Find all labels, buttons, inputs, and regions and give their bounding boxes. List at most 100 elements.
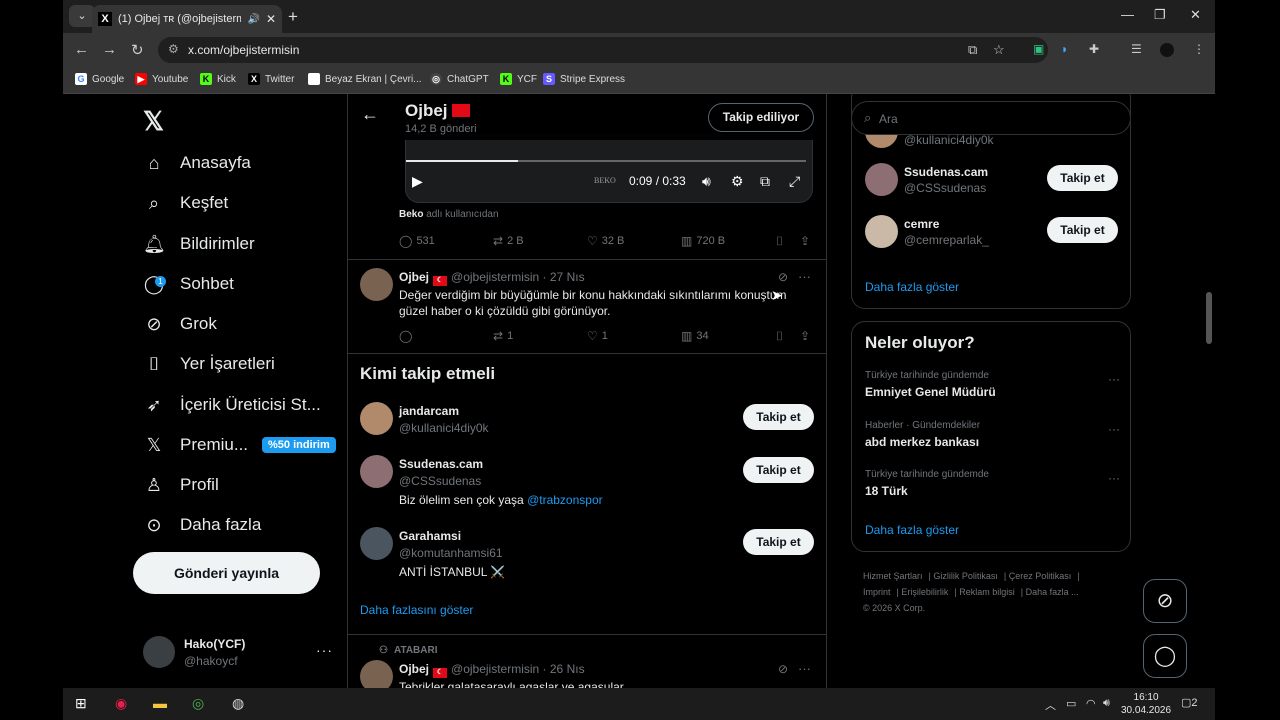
nav-creator-studio[interactable]: ➶ İçerik Üreticisi St... [143, 390, 320, 420]
page-scrollbar[interactable] [1203, 94, 1215, 688]
following-button[interactable]: Takip ediliyor [708, 103, 814, 132]
url-text[interactable]: x.com/ojbejistermisin [188, 43, 299, 57]
tab-active[interactable]: X (1) Ojbej ᴛʀ (@ojbejistermisin 🔊 ✕ [92, 5, 282, 33]
file-explorer-icon[interactable]: ▬ [153, 695, 167, 711]
new-tab-button[interactable]: + [288, 7, 298, 27]
account-switcher[interactable]: Hako(YCF) @hakoycf ··· [143, 634, 333, 674]
tray-chevron-icon[interactable]: ︿ [1045, 697, 1056, 713]
views-button[interactable]: ▥ 34 [681, 329, 709, 343]
bookmark-button[interactable]: ⌷ [776, 234, 787, 249]
fullscreen-icon[interactable]: ⤢ [789, 173, 800, 190]
follow-button[interactable]: Takip et [1047, 217, 1118, 243]
video-player[interactable]: ▶ BEKO 0:09 / 0:33 🔊︎ ⚙ ⧉ ⤢ [405, 134, 813, 203]
repost-button[interactable]: ⇄ 2 B [493, 234, 524, 248]
nav-home[interactable]: ⌂ Anasayfa [143, 148, 251, 178]
bookmark-chatgpt[interactable]: ◎ ChatGPT [430, 73, 489, 85]
notification-center-icon[interactable]: ▢2 [1181, 696, 1198, 709]
like-button[interactable]: ♡ 32 B [587, 234, 624, 248]
more-dots-icon[interactable]: ··· [1108, 471, 1120, 485]
trend-item[interactable]: Türkiye tarihinde gündemde Emniyet Genel… [865, 370, 1120, 399]
nav-bookmarks[interactable]: ⌷ Yer İşaretleri [143, 349, 275, 379]
nav-grok[interactable]: ⊘ Grok [143, 309, 216, 339]
battery-icon[interactable]: ▭ [1066, 697, 1076, 710]
footer-link[interactable]: Daha fazla ... [1026, 587, 1079, 597]
volume-icon[interactable]: 🔊︎ [1103, 697, 1110, 710]
video-attribution[interactable]: Beko adlı kullanıcıdan [399, 209, 499, 220]
show-more-link[interactable]: Daha fazla göster [865, 280, 959, 294]
pip-icon[interactable]: ⧉ [760, 173, 770, 190]
menu-icon[interactable]: ⋮ [1193, 42, 1205, 56]
bookmark-button[interactable]: ⌷ [776, 329, 787, 344]
bookmark-google[interactable]: G Google [75, 73, 124, 85]
scrollbar-thumb[interactable] [1206, 292, 1212, 344]
bio-mention-link[interactable]: @trabzonspor [527, 493, 603, 507]
forward-icon[interactable]: → [102, 41, 117, 58]
minimize-button[interactable]: — [1121, 7, 1134, 22]
chat-fab-button[interactable]: ◯ [1143, 634, 1187, 678]
back-arrow-icon[interactable]: ← [361, 104, 379, 125]
more-dots-icon[interactable]: ··· [316, 642, 333, 658]
grok-icon[interactable]: ⊘ [778, 662, 788, 676]
bookmark-beyaz-ekran[interactable]: Beyaz Ekran | Çevri... [308, 73, 422, 85]
extension-icon[interactable]: ▣ [1033, 42, 1044, 56]
footer-link[interactable]: Imprint [863, 587, 891, 597]
windows-start-icon[interactable]: ⊞ [75, 695, 87, 712]
site-info-icon[interactable]: ⚙ [168, 42, 179, 56]
grok-fab-button[interactable]: ⊘ [1143, 579, 1187, 623]
close-tab-icon[interactable]: ✕ [266, 12, 276, 26]
post-button[interactable]: Gönderi yayınla [133, 552, 320, 594]
play-icon[interactable]: ▶ [412, 173, 423, 190]
bookmark-ycf[interactable]: K YCF [500, 73, 537, 85]
more-dots-icon[interactable]: ··· [1108, 422, 1120, 436]
address-bar[interactable]: ⚙ x.com/ojbejistermisin ⧉ ☆ [158, 37, 1048, 63]
settings-icon[interactable]: ⚙ [731, 173, 744, 190]
show-more-link[interactable]: Daha fazlasını göster [360, 603, 473, 617]
share-button[interactable]: ⇪ [800, 329, 814, 343]
repost-button[interactable]: ⇄ 1 [493, 329, 513, 343]
close-window-button[interactable]: ✕ [1190, 7, 1201, 23]
bookmark-twitter[interactable]: X Twitter [248, 73, 294, 85]
more-dots-icon[interactable]: ··· [1108, 372, 1120, 386]
maximize-button[interactable]: ❐ [1154, 7, 1166, 23]
install-icon[interactable]: ⧉ [968, 42, 977, 58]
bookmark-star-icon[interactable]: ☆ [993, 42, 1005, 58]
video-progress[interactable] [406, 160, 806, 162]
bookmark-youtube[interactable]: ▶ Youtube [135, 73, 188, 85]
like-button[interactable]: ♡ 1 [587, 329, 608, 343]
chrome-icon[interactable]: ◎ [192, 695, 204, 712]
nav-explore[interactable]: ⌕ Keşfet [143, 188, 228, 218]
tweet[interactable]: ⚇ ATABARI Ojbej ☾ @ojbejistermisin · 26 Nıs… [348, 635, 826, 688]
trend-item[interactable]: Türkiye tarihinde gündemde 18 Türk ··· [865, 469, 1120, 498]
follow-button[interactable]: Takip et [1047, 165, 1118, 191]
wifi-icon[interactable]: ◠ [1086, 697, 1096, 710]
share-button[interactable]: ⇪ [800, 234, 814, 248]
media-control-icon[interactable]: ☰ [1131, 42, 1142, 56]
speaker-icon[interactable]: 🔊 [247, 14, 259, 25]
app-icon[interactable]: ◍ [232, 695, 244, 712]
suggestion-item[interactable]: Ssudenas.cam @CSSsudenas Takip et [852, 163, 1130, 203]
back-icon[interactable]: ← [74, 41, 89, 58]
bookmark-kick[interactable]: K Kick [200, 73, 236, 85]
nav-notifications[interactable]: 🔔︎ Bildirimler [143, 229, 255, 259]
bookmark-stripe[interactable]: S Stripe Express [543, 73, 625, 85]
nav-chat[interactable]: ◯ 1 Sohbet [143, 269, 234, 299]
footer-link[interactable]: Çerez Politikası [1009, 571, 1072, 581]
follow-button[interactable]: Takip et [743, 457, 814, 483]
reload-icon[interactable]: ↻ [131, 41, 144, 59]
follow-button[interactable]: Takip et [743, 529, 814, 555]
nav-premium[interactable]: 𝕏 Premiu... %50 indirim [143, 430, 336, 460]
media-app-icon[interactable]: ◉ [115, 695, 127, 712]
show-more-link[interactable]: Daha fazla göster [865, 523, 959, 537]
more-dots-icon[interactable]: ··· [798, 661, 811, 676]
footer-link[interactable]: Reklam bilgisi [959, 587, 1015, 597]
footer-link[interactable]: Gizlilik Politikası [933, 571, 998, 581]
reply-button[interactable]: ◯ 531 [399, 234, 435, 248]
search-placeholder[interactable]: Ara [879, 112, 898, 126]
extension-icon[interactable]: ◗ [1061, 42, 1068, 56]
tweet-author[interactable]: Ojbej ☾ @ojbejistermisin · 26 Nıs [399, 662, 585, 678]
grok-icon[interactable]: ⊘ [778, 270, 788, 284]
views-button[interactable]: ▥ 720 B [681, 234, 725, 248]
tweet-author[interactable]: Ojbej ☾ @ojbejistermisin · 27 Nıs [399, 270, 585, 286]
footer-link[interactable]: Hizmet Şartları [863, 571, 923, 581]
trend-item[interactable]: Haberler · Gündemdekiler abd merkez bank… [865, 420, 1120, 449]
